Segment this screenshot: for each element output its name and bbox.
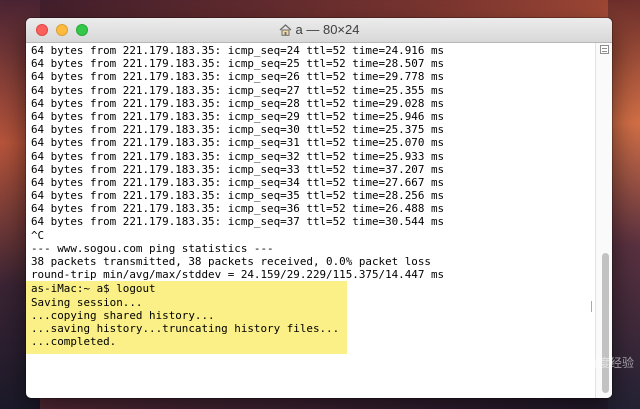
window-title-wrap: a — 80×24 (26, 22, 612, 39)
terminal-line: 64 bytes from 221.179.183.35: icmp_seq=3… (31, 149, 445, 163)
terminal-window: a — 80×24 64 bytes from 221.179.183.35: … (26, 18, 612, 398)
desktop-wallpaper-right (608, 0, 640, 409)
vertical-scrollbar[interactable] (595, 43, 612, 398)
terminal-line: 64 bytes from 221.179.183.35: icmp_seq=3… (31, 123, 445, 137)
terminal-output: 64 bytes from 221.179.183.35: icmp_seq=2… (26, 43, 596, 355)
home-icon (279, 24, 292, 39)
terminal-line: ^C (31, 228, 45, 242)
terminal-line: 64 bytes from 221.179.183.35: icmp_seq=3… (31, 189, 445, 203)
window-title: a — 80×24 (295, 22, 360, 37)
terminal-line: 64 bytes from 221.179.183.35: icmp_seq=2… (31, 57, 445, 71)
highlighted-selection: as-iMac:~ a$ logout Saving session... ...c… (26, 281, 348, 355)
terminal-line: ...copying shared history... (31, 308, 215, 322)
terminal-line: as-iMac:~ a$ logout (31, 282, 156, 296)
terminal-line: 64 bytes from 221.179.183.35: icmp_seq=3… (31, 136, 445, 150)
terminal-line: 64 bytes from 221.179.183.35: icmp_seq=3… (31, 162, 445, 176)
terminal-line: 64 bytes from 221.179.183.35: icmp_seq=2… (31, 70, 445, 84)
terminal-line: 38 packets transmitted, 38 packets recei… (31, 255, 431, 268)
terminal-line: 64 bytes from 221.179.183.35: icmp_seq=3… (31, 202, 445, 216)
split-pane-icon[interactable] (600, 45, 609, 54)
output-lines: 64 bytes from 221.179.183.35: icmp_seq=2… (31, 44, 596, 281)
highlighted-lines: as-iMac:~ a$ logout Saving session... ...c… (31, 282, 339, 348)
terminal-line: ...completed. (31, 335, 117, 349)
title-bar[interactable]: a — 80×24 (26, 18, 612, 43)
terminal-content[interactable]: 64 bytes from 221.179.183.35: icmp_seq=2… (26, 43, 596, 398)
terminal-line: 64 bytes from 221.179.183.35: icmp_seq=2… (31, 44, 445, 57)
terminal-line: 64 bytes from 221.179.183.35: icmp_seq=2… (31, 109, 445, 123)
terminal-line: Saving session... (31, 295, 143, 309)
terminal-line: round-trip min/avg/max/stddev = 24.159/2… (31, 268, 445, 282)
terminal-line: 64 bytes from 221.179.183.35: icmp_seq=2… (31, 96, 445, 110)
terminal-line: 64 bytes from 221.179.183.35: icmp_seq=3… (31, 175, 445, 189)
terminal-line: 64 bytes from 221.179.183.35: icmp_seq=2… (31, 83, 445, 97)
terminal-line: --- www.sogou.com ping statistics --- (31, 241, 274, 255)
watermark: 百度经验 (585, 356, 634, 370)
terminal-line: ...saving history...truncating history f… (31, 321, 340, 335)
terminal-line: 64 bytes from 221.179.183.35: icmp_seq=3… (31, 215, 445, 229)
scrollbar-thumb[interactable] (602, 253, 609, 393)
text-cursor (591, 301, 592, 312)
